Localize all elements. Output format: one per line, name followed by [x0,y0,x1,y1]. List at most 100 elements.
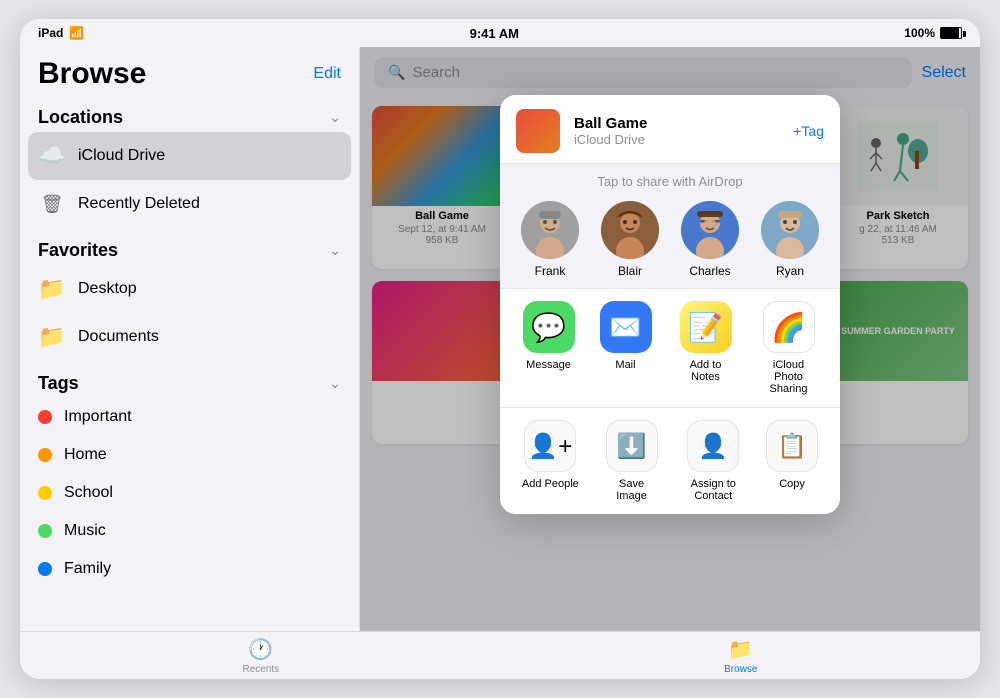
ryan-avatar [761,201,819,259]
favorites-chevron-icon: ⌄ [329,242,341,259]
recents-tab-label: Recents [242,664,279,675]
battery-icon [940,27,962,39]
trash-icon: 🗑 [38,190,66,218]
sidebar-item-home[interactable]: Home [20,436,359,474]
locations-section: Locations ⌄ ☁️ iCloud Drive 🗑 Recently D… [20,103,359,228]
frank-name: Frank [535,264,566,278]
share-location: iCloud Drive [574,132,779,147]
sidebar-item-icloud-drive[interactable]: ☁️ iCloud Drive [28,132,351,180]
share-action-copy[interactable]: 📋 Copy [766,420,818,502]
share-person-blair[interactable]: Blair [601,201,659,278]
save-image-label: Save Image [603,478,661,502]
blair-name: Blair [618,264,642,278]
copy-label: Copy [779,478,805,490]
school-label: School [64,484,113,502]
blair-avatar [601,201,659,259]
important-label: Important [64,408,132,426]
share-sheet: Ball Game iCloud Drive +Tag Tap to share… [500,95,840,514]
documents-folder-icon: 📁 [38,323,66,351]
status-bar: iPad 📶 9:41 AM 100% [20,19,980,47]
share-app-message[interactable]: 💬 Message [523,301,575,395]
share-person-ryan[interactable]: Ryan [761,201,819,278]
share-app-notes[interactable]: 📝 Add to Notes [677,301,735,395]
message-app-label: Message [526,359,571,371]
home-tag-dot [38,448,52,462]
mail-app-icon: ✉️ [600,301,652,353]
airdrop-label: Tap to share with AirDrop [500,164,840,195]
recently-deleted-label: Recently Deleted [78,195,200,213]
recents-tab-icon: 🕐 [248,637,273,662]
favorites-title: Favorites [38,240,118,261]
right-panel: 🔍 Search Select Ball Game Sept 12, at 9:… [360,47,980,631]
sidebar-item-documents[interactable]: 📁 Documents [20,313,359,361]
ipad-label: iPad [38,26,63,40]
share-overlay: Ball Game iCloud Drive +Tag Tap to share… [360,47,980,631]
tags-chevron-icon: ⌄ [329,375,341,392]
status-left: iPad 📶 [38,26,84,40]
add-people-label: Add People [522,478,579,490]
photo-sharing-app-icon: 🌈 [763,301,815,353]
copy-icon: 📋 [766,420,818,472]
family-label: Family [64,560,111,578]
favorites-section: Favorites ⌄ 📁 Desktop 📁 Documents [20,236,359,361]
sidebar-item-important[interactable]: Important [20,398,359,436]
desktop-folder-icon: 📁 [38,275,66,303]
tab-recents[interactable]: 🕐 Recents [242,637,279,675]
sidebar-item-family[interactable]: Family [20,550,359,588]
add-people-icon: 👤+ [524,420,576,472]
status-time: 9:41 AM [470,26,519,41]
sidebar-item-school[interactable]: School [20,474,359,512]
battery-label: 100% [904,26,935,40]
music-label: Music [64,522,106,540]
desktop-label: Desktop [78,280,137,298]
home-label: Home [64,446,107,464]
tags-header[interactable]: Tags ⌄ [20,369,359,398]
locations-chevron-icon: ⌄ [329,109,341,126]
sidebar-item-recently-deleted[interactable]: 🗑 Recently Deleted [20,180,359,228]
share-tag-button[interactable]: +Tag [793,123,824,139]
icloud-drive-label: iCloud Drive [78,147,165,165]
cloud-icon: ☁️ [38,142,66,170]
save-image-icon: ⬇️ [606,420,658,472]
charles-avatar [681,201,739,259]
notes-app-label: Add to Notes [677,359,735,383]
share-header: Ball Game iCloud Drive +Tag [500,95,840,164]
sidebar-header: Browse Edit [20,47,359,95]
share-person-charles[interactable]: Charles [681,201,739,278]
music-tag-dot [38,524,52,538]
assign-contact-label: Assign to Contact [684,478,742,502]
charles-name: Charles [689,264,730,278]
share-action-assign-contact[interactable]: 👤 Assign to Contact [684,420,742,502]
favorites-header[interactable]: Favorites ⌄ [20,236,359,265]
share-thumb [516,109,560,153]
share-apps-row: 💬 Message ✉️ Mail 📝 Add to Notes 🌈 [500,288,840,407]
status-right: 100% [904,26,962,40]
sidebar-item-music[interactable]: Music [20,512,359,550]
tags-title: Tags [38,373,79,394]
tab-browse[interactable]: 📁 Browse [724,637,757,675]
tab-bar: 🕐 Recents 📁 Browse [20,631,980,679]
locations-header[interactable]: Locations ⌄ [20,103,359,132]
wifi-icon: 📶 [69,26,84,40]
main-content: Browse Edit Locations ⌄ ☁️ iCloud Drive … [20,47,980,631]
sidebar: Browse Edit Locations ⌄ ☁️ iCloud Drive … [20,47,360,631]
sidebar-title: Browse [38,57,146,91]
share-filename: Ball Game [574,115,779,132]
photo-sharing-app-label: iCloud Photo Sharing [760,359,818,395]
mail-app-label: Mail [615,359,635,371]
share-app-photo-sharing[interactable]: 🌈 iCloud Photo Sharing [760,301,818,395]
share-action-save-image[interactable]: ⬇️ Save Image [603,420,661,502]
share-info: Ball Game iCloud Drive [574,115,779,147]
share-action-add-people[interactable]: 👤+ Add People [522,420,579,502]
edit-button[interactable]: Edit [313,65,341,83]
frank-avatar [521,201,579,259]
share-app-mail[interactable]: ✉️ Mail [600,301,652,395]
notes-app-icon: 📝 [680,301,732,353]
documents-label: Documents [78,328,159,346]
sidebar-item-desktop[interactable]: 📁 Desktop [20,265,359,313]
message-app-icon: 💬 [523,301,575,353]
share-people-row: Frank [500,195,840,288]
tags-section: Tags ⌄ Important Home School Music [20,369,359,588]
important-tag-dot [38,410,52,424]
share-person-frank[interactable]: Frank [521,201,579,278]
